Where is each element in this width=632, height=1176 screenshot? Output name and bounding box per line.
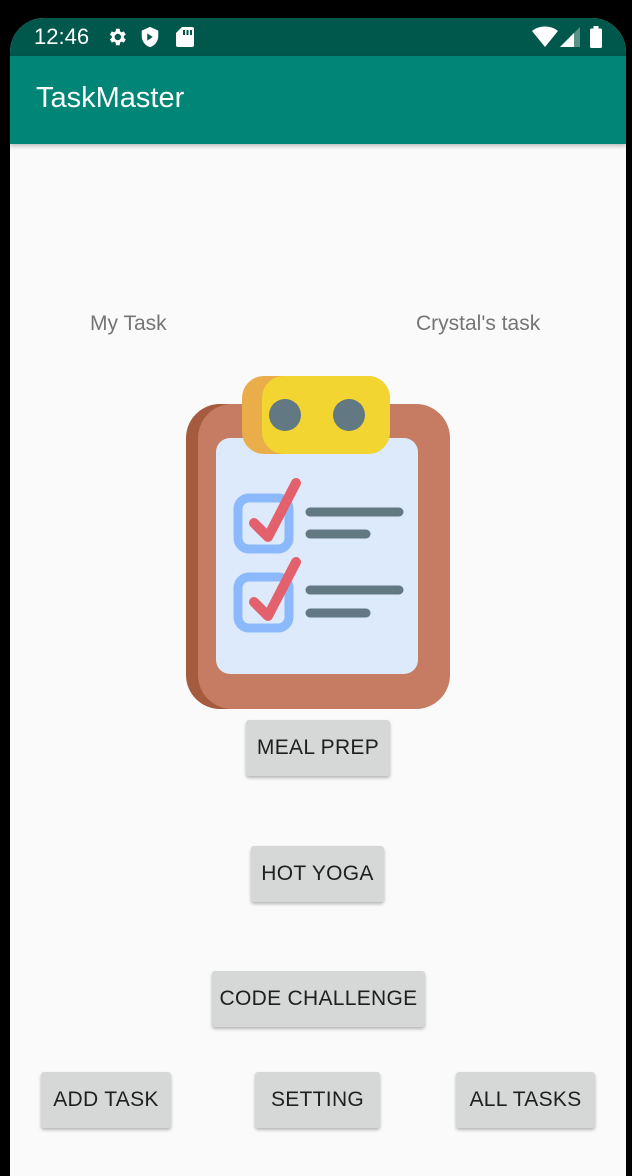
status-time: 12:46 bbox=[34, 24, 90, 49]
phone-screen: 12:46 TaskMaster My Task Crystal's task … bbox=[10, 18, 626, 1176]
code-challenge-button[interactable]: CODE CHALLENGE bbox=[212, 971, 425, 1027]
my-task-label: My Task bbox=[90, 312, 167, 335]
setting-button[interactable]: SETTING bbox=[255, 1072, 380, 1128]
clipboard-checklist-icon bbox=[186, 376, 450, 709]
add-task-button[interactable]: ADD TASK bbox=[41, 1072, 171, 1128]
app-title: TaskMaster bbox=[36, 82, 185, 114]
wifi-icon bbox=[532, 26, 558, 47]
all-tasks-button[interactable]: ALL TASKS bbox=[456, 1072, 595, 1128]
app-bar: TaskMaster bbox=[10, 56, 626, 144]
battery-icon bbox=[590, 26, 602, 48]
shield-icon bbox=[141, 26, 159, 48]
hot-yoga-button[interactable]: HOT YOGA bbox=[251, 846, 384, 902]
signal-icon bbox=[560, 27, 580, 47]
status-bar: 12:46 bbox=[10, 18, 626, 56]
crystals-task-label: Crystal's task bbox=[416, 312, 541, 335]
meal-prep-button[interactable]: MEAL PREP bbox=[246, 720, 390, 776]
gear-icon bbox=[109, 28, 126, 46]
sd-card-icon bbox=[176, 27, 194, 47]
